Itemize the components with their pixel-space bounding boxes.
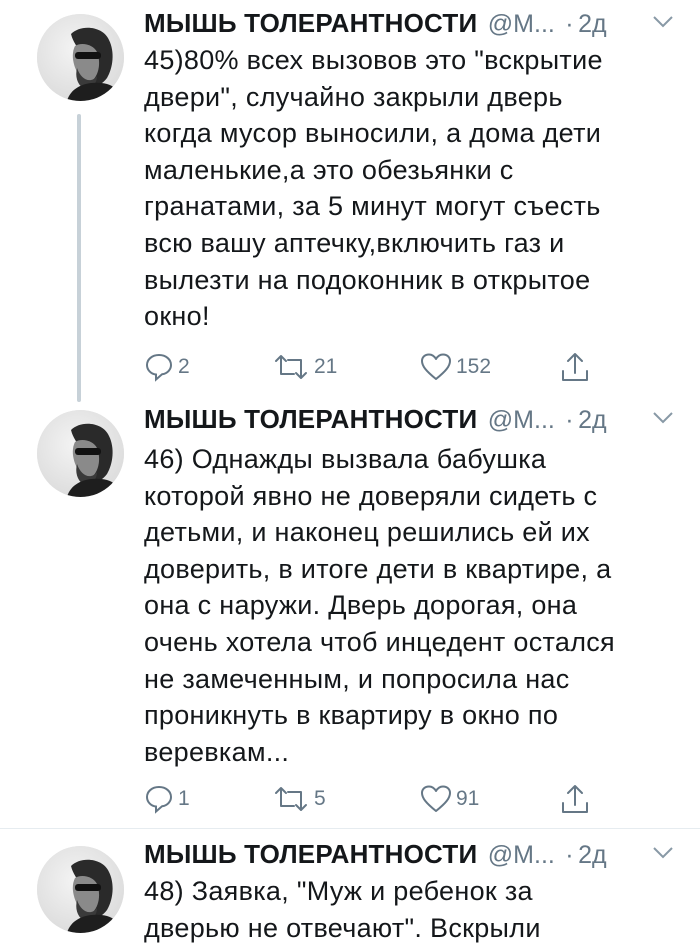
tweet-text-line: окно! (144, 301, 210, 332)
tweet[interactable]: МЫШЬ ТОЛЕРАНТНОСТИ @М... · 2д 45)80% все… (0, 0, 700, 402)
tweet-header: МЫШЬ ТОЛЕРАНТНОСТИ @М... · 2д (144, 8, 684, 42)
thread-line (77, 114, 81, 402)
tweet-text-line: 48) Заявка, "Муж и ребенок за (144, 876, 533, 906)
tweet-text-line: 46) Однажды вызвала бабушка (144, 444, 547, 474)
author-name[interactable]: МЫШЬ ТОЛЕРАНТНОСТИ (144, 839, 477, 869)
retweet-icon (275, 355, 307, 379)
reply-icon (145, 785, 173, 814)
tweet-text-line: которой явно не доверяли сидеть с (144, 480, 598, 511)
tweet[interactable]: МЫШЬ ТОЛЕРАНТНОСТИ @М... · 2д 48) Заявка… (0, 829, 700, 952)
chevron-down-icon[interactable] (652, 410, 674, 426)
share-button[interactable] (560, 782, 590, 816)
timestamp[interactable]: 2д (578, 841, 607, 869)
author-handle[interactable]: @М... (488, 406, 555, 434)
share-icon (562, 785, 588, 813)
avatar[interactable] (37, 846, 124, 933)
timestamp[interactable]: 2д (578, 10, 607, 38)
retweet-icon (275, 787, 307, 811)
tweet-text-line: детьми, и наконец решились ей их (144, 517, 590, 548)
tweet-text-line: двери", случайно закрыли дверь (144, 81, 563, 112)
like-icon (421, 785, 451, 812)
avatar[interactable] (37, 14, 124, 101)
reply-count: 1 (178, 787, 190, 810)
tweet-text-line: проникнуть в квартиру в окно по (144, 700, 559, 731)
reply-count: 2 (178, 355, 190, 378)
retweet-count: 5 (314, 787, 326, 810)
like-button[interactable]: 152 (420, 350, 491, 384)
tweet-text-line: 45)80% всех вызовов это "вскрытие (144, 45, 603, 75)
tweet-text-line: очень хотела чтоб инцедент остался (144, 626, 615, 657)
separator-dot: · (565, 841, 574, 869)
retweet-count: 21 (314, 355, 338, 378)
tweet-header: МЫШЬ ТОЛЕРАНТНОСТИ @М... · 2д (144, 404, 684, 438)
tweet-text: 48) Заявка, "Муж и ребенок за дверью не … (144, 873, 664, 946)
tweet-text-line: когда мусор выносили, а дома дети (144, 118, 602, 149)
tweet[interactable]: МЫШЬ ТОЛЕРАНТНОСТИ @М... · 2д 46) Однажд… (0, 402, 700, 827)
tweet-text-line: дверью не отвечают". Вскрыли (144, 912, 541, 943)
tweet-text-line: она с наружи. Дверь дорогая, она (144, 590, 578, 621)
chevron-down-icon[interactable] (652, 14, 674, 30)
tweet-header: МЫШЬ ТОЛЕРАНТНОСТИ @М... · 2д (144, 839, 684, 873)
like-count: 152 (456, 355, 492, 378)
tweet-text-line: доверить, в итоге дети в квартире, а (144, 553, 612, 584)
chevron-down-icon[interactable] (652, 845, 674, 861)
reply-button[interactable]: 1 (144, 782, 190, 816)
reply-button[interactable]: 2 (144, 350, 190, 384)
author-handle[interactable]: @М... (488, 10, 555, 38)
like-count: 91 (456, 787, 480, 810)
separator-dot: · (565, 406, 574, 434)
avatar[interactable] (37, 410, 124, 497)
author-name[interactable]: МЫШЬ ТОЛЕРАНТНОСТИ (144, 8, 477, 38)
tweet-actions: 2 21 152 (144, 350, 604, 384)
retweet-button[interactable]: 21 (272, 350, 337, 384)
author-handle[interactable]: @М... (488, 841, 555, 869)
tweet-actions: 1 5 91 (144, 782, 604, 816)
tweet-text: 45)80% всех вызовов это "вскрытие двери"… (144, 42, 664, 335)
author-name[interactable]: МЫШЬ ТОЛЕРАНТНОСТИ (144, 404, 477, 434)
tweet-text-line: веревкам... (144, 736, 290, 767)
tweet-text-line: маленькие,а это обезьянки с (144, 154, 514, 185)
separator-dot: · (565, 10, 574, 38)
timestamp[interactable]: 2д (578, 406, 607, 434)
reply-icon (145, 353, 173, 382)
share-button[interactable] (560, 350, 590, 384)
tweet-text-line: вылезти на подоконник в открытое (144, 264, 591, 295)
tweet-text: 46) Однажды вызвала бабушка которой явно… (144, 441, 664, 770)
share-icon (562, 353, 588, 381)
tweet-text-line: не замеченным, и попросила нас (144, 663, 570, 694)
retweet-button[interactable]: 5 (272, 782, 326, 816)
like-button[interactable]: 91 (420, 782, 479, 816)
tweet-text-line: всю вашу аптечку,включить газ и (144, 227, 565, 258)
tweet-text-line: гранатами, за 5 минут могут съесть (144, 191, 601, 222)
like-icon (421, 353, 451, 380)
